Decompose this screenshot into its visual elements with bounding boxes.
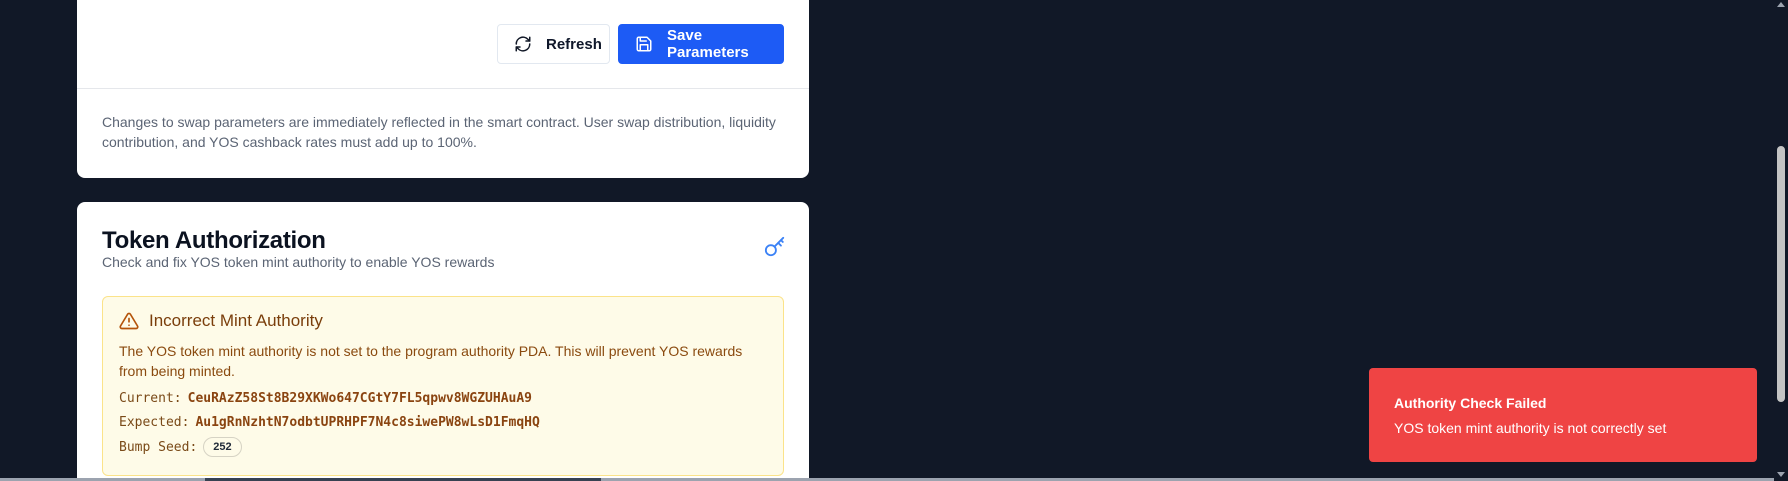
refresh-icon [515,36,531,52]
token-authorization-card: Token Authorization Check and fix YOS to… [77,202,809,481]
toast-title: Authority Check Failed [1394,395,1547,411]
current-authority-value: CeuRAzZ58St8B29XKWo647CGtY7FL5qpwv8WGZUH… [187,391,532,406]
bump-seed-row: Bump Seed: 252 [119,437,242,457]
save-parameters-button[interactable]: Save Parameters [618,24,784,64]
refresh-button-label: Refresh [546,35,602,53]
key-icon [764,236,785,257]
expected-authority-row: Expected: Au1gRnNzhtN7odbtUPRHPF7N4c8siw… [119,415,540,430]
alert-title: Incorrect Mint Authority [149,311,323,330]
error-toast[interactable]: Authority Check Failed YOS token mint au… [1369,368,1757,462]
expected-label: Expected: [119,415,190,430]
scrollbar-thumb[interactable] [1777,146,1785,402]
bump-seed-badge: 252 [203,437,242,457]
save-button-label: Save Parameters [667,27,749,61]
toast-message: YOS token mint authority is not correctl… [1394,420,1667,436]
expected-authority-value: Au1gRnNzhtN7odbtUPRHPF7N4c8siwePW8wLsD1F… [195,415,540,430]
bump-seed-label: Bump Seed: [119,439,198,455]
card-divider [77,88,809,89]
refresh-button[interactable]: Refresh [497,24,610,64]
scroll-up-arrow-icon[interactable] [1777,2,1785,7]
swap-parameters-card: Refresh Save Parameters Changes to swap … [77,0,809,178]
warning-icon [119,312,139,330]
scroll-down-arrow-icon[interactable] [1777,472,1785,477]
current-label: Current: [119,391,182,406]
vertical-scrollbar[interactable] [1774,0,1788,481]
token-authorization-title: Token Authorization [102,227,326,254]
parameters-toolbar: Refresh Save Parameters [497,24,784,64]
current-authority-row: Current: CeuRAzZ58St8B29XKWo647CGtY7FL5q… [119,391,532,406]
mint-authority-alert: Incorrect Mint Authority The YOS token m… [102,296,784,476]
alert-message: The YOS token mint authority is not set … [119,343,743,379]
alert-header: Incorrect Mint Authority [119,311,323,331]
token-authorization-subtitle: Check and fix YOS token mint authority t… [102,254,495,270]
parameters-note: Changes to swap parameters are immediate… [102,114,776,150]
save-icon [636,36,652,52]
